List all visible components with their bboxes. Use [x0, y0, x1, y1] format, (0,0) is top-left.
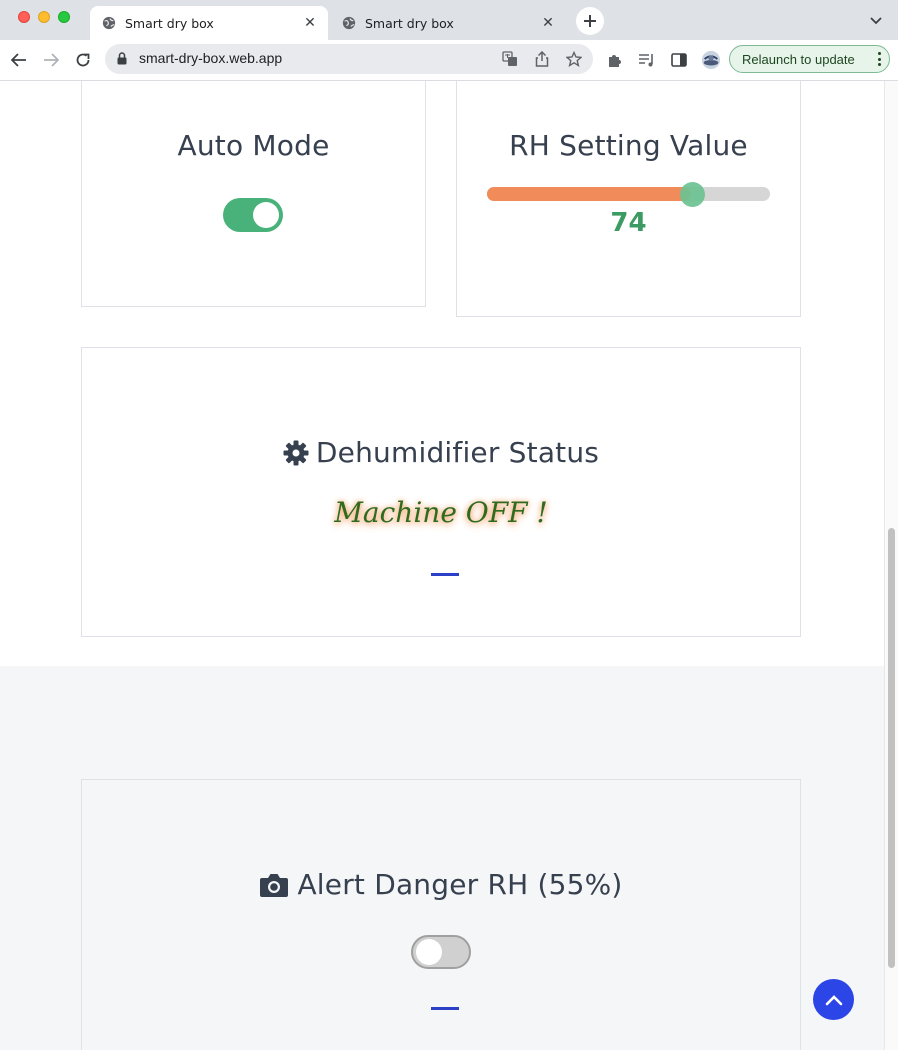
plus-icon	[584, 15, 596, 27]
relaunch-to-update-button[interactable]: Relaunch to update	[729, 45, 890, 73]
arrow-right-icon	[44, 53, 59, 67]
url-text: smart-dry-box.web.app	[139, 50, 283, 66]
rh-setting-title: RH Setting Value	[509, 129, 748, 162]
arrow-left-icon	[11, 53, 26, 67]
back-button[interactable]	[7, 48, 31, 72]
auto-mode-toggle[interactable]	[223, 198, 283, 232]
alert-title-row: Alert Danger RH (55%)	[82, 868, 800, 901]
share-icon[interactable]	[534, 51, 550, 67]
dehumidifier-status-card: Dehumidifier Status Machine OFF !	[81, 347, 801, 637]
reload-button[interactable]	[71, 48, 95, 72]
tab-title: Smart dry box	[125, 15, 214, 31]
gear-icon	[283, 440, 309, 465]
translate-icon[interactable]	[502, 51, 518, 67]
profile-avatar-icon[interactable]	[701, 50, 721, 70]
media-control-icon[interactable]	[637, 50, 657, 70]
relaunch-label: Relaunch to update	[742, 51, 855, 67]
reload-icon	[76, 53, 90, 67]
close-window-button[interactable]	[18, 11, 30, 23]
scrollbar-thumb[interactable]	[888, 528, 895, 968]
section-divider	[431, 573, 459, 576]
alert-danger-card: Alert Danger RH (55%)	[81, 779, 801, 1050]
chevron-up-icon	[825, 994, 842, 1005]
browser-toolbar: smart-dry-box.web.app Relaunch to update	[0, 40, 898, 81]
auto-mode-card: Auto Mode	[81, 81, 426, 307]
page-viewport: Auto Mode RH Setting Value 74 Dehumidifi…	[0, 81, 884, 1050]
auto-mode-title: Auto Mode	[177, 129, 330, 162]
more-vertical-icon[interactable]	[877, 52, 881, 66]
rh-setting-value: 74	[610, 208, 647, 238]
alert-title: Alert Danger RH (55%)	[297, 868, 623, 901]
machine-status-text: Machine OFF !	[334, 496, 548, 529]
side-panel-icon[interactable]	[669, 50, 689, 70]
alert-danger-toggle[interactable]	[411, 935, 471, 969]
bookmark-star-icon[interactable]	[566, 51, 582, 67]
dehumidifier-title-row: Dehumidifier Status	[82, 436, 800, 469]
lock-icon	[117, 52, 127, 65]
dehumidifier-title: Dehumidifier Status	[315, 436, 600, 469]
toggle-knob	[416, 939, 442, 965]
tab-active[interactable]: Smart dry box ✕	[90, 6, 328, 40]
tab-search-button[interactable]	[866, 12, 886, 30]
close-tab-icon[interactable]: ✕	[302, 15, 318, 31]
maximize-window-button[interactable]	[58, 11, 70, 23]
minimize-window-button[interactable]	[38, 11, 50, 23]
new-tab-button[interactable]	[576, 7, 604, 35]
chevron-down-icon	[870, 17, 882, 25]
globe-icon	[102, 16, 116, 30]
address-bar[interactable]: smart-dry-box.web.app	[105, 44, 593, 74]
scroll-to-top-button[interactable]	[813, 979, 854, 1020]
camera-icon	[260, 873, 289, 897]
extensions-icon[interactable]	[605, 50, 625, 70]
toggle-knob	[253, 202, 279, 228]
rh-slider-fill	[487, 187, 691, 201]
close-tab-icon[interactable]: ✕	[540, 15, 556, 31]
forward-button[interactable]	[39, 48, 63, 72]
section-divider	[431, 1007, 459, 1010]
globe-icon	[342, 16, 356, 30]
rh-setting-card: RH Setting Value 74	[456, 81, 801, 317]
tab-inactive[interactable]: Smart dry box ✕	[330, 6, 566, 40]
rh-slider-thumb[interactable]	[680, 182, 705, 207]
rh-slider[interactable]	[487, 182, 770, 207]
tab-title: Smart dry box	[365, 15, 454, 31]
tab-strip: Smart dry box ✕ Smart dry box ✕	[0, 0, 898, 40]
